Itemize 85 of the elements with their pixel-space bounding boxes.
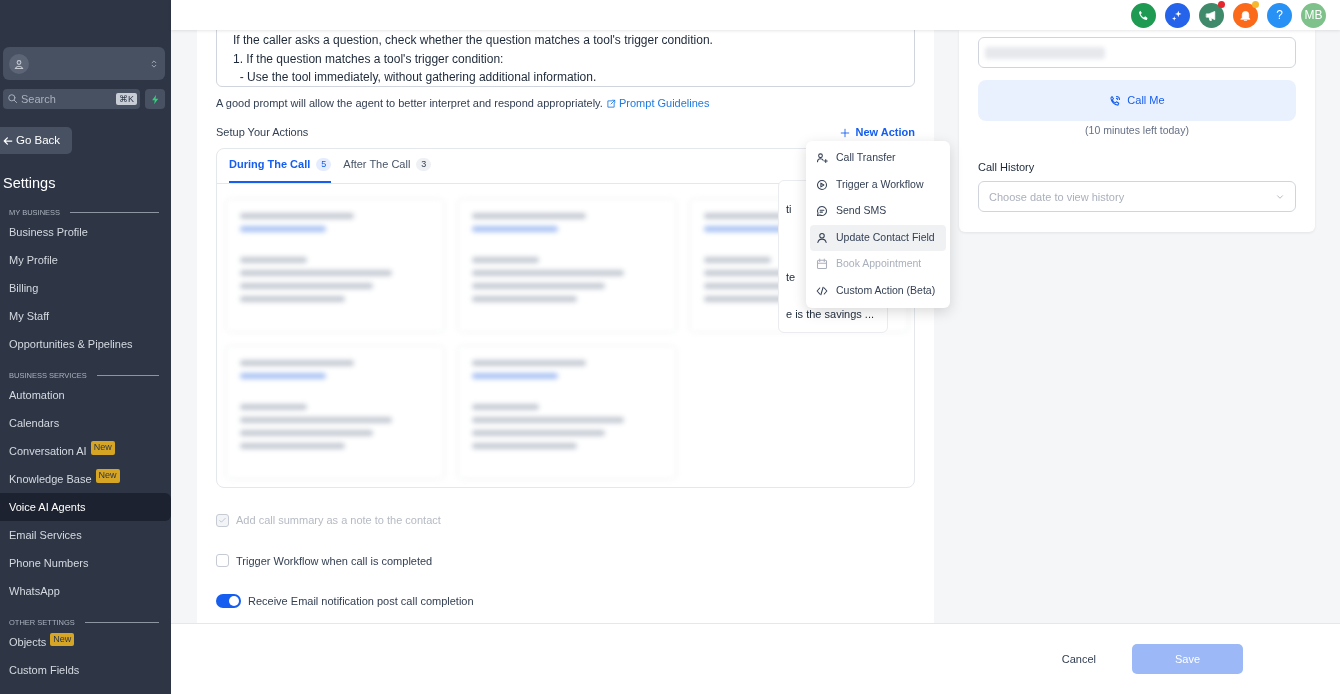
sidebar-item-label: My Profile xyxy=(9,252,58,268)
prompt-guidelines-link[interactable]: Prompt Guidelines xyxy=(605,97,710,109)
location-switcher[interactable] xyxy=(3,47,165,80)
sidebar-item[interactable]: Business Profile xyxy=(0,218,171,246)
notification-button[interactable] xyxy=(1233,2,1258,28)
back-button[interactable]: Go Back xyxy=(0,127,72,154)
cancel-button[interactable]: Cancel xyxy=(1055,649,1102,669)
menu-item[interactable]: Call Transfer xyxy=(810,145,946,172)
quick-action-button[interactable] xyxy=(145,89,165,109)
sidebar-item[interactable]: Calendars xyxy=(0,409,171,438)
sidebar-item-label: My Staff xyxy=(9,308,50,324)
megaphone-icon xyxy=(1205,8,1218,22)
option-label: Receive Email notification post call completion xyxy=(248,594,474,609)
option-label: Trigger Workflow when call is completed xyxy=(236,553,433,569)
section-label: Setup Your Actions xyxy=(216,124,309,140)
checkbox[interactable] xyxy=(216,554,229,568)
sidebar-item-label: Objects xyxy=(9,635,47,651)
card-text: ti xyxy=(786,203,792,215)
new-badge: New xyxy=(50,632,75,646)
sidebar-item-label: Voice AI Agents xyxy=(9,500,86,515)
external-link-icon xyxy=(605,99,616,110)
count-badge: 3 xyxy=(416,157,432,171)
sidebar-item[interactable]: Billing xyxy=(0,274,171,302)
sidebar-item[interactable]: Voice AI Agents xyxy=(0,493,171,522)
sidebar-item[interactable]: My Staff xyxy=(0,302,171,330)
sidebar-item-label: Knowledge Base xyxy=(9,472,92,487)
code-icon xyxy=(816,284,828,297)
sidebar-item[interactable]: Conversation AI New xyxy=(0,437,171,466)
phone-icon xyxy=(1137,8,1150,22)
sidebar-item-label: Email Services xyxy=(9,528,82,543)
chat-icon xyxy=(816,205,828,218)
menu-item[interactable]: Custom Action (Beta) xyxy=(810,277,946,304)
user-icon xyxy=(816,231,828,244)
sidebar-item-label: Custom Fields xyxy=(9,663,80,679)
prompt-textarea[interactable]: If the caller asks a question, check whether the question matches a tool's trigger condition. 1. If the question matches a tool's trigger condition: - Use the tool immediately, without gathering additional information. xyxy=(216,30,915,87)
sidebar-title: Settings xyxy=(3,174,57,193)
menu-item[interactable]: Trigger a Workflow xyxy=(810,171,946,198)
bell-icon xyxy=(1239,8,1252,22)
calendar-icon xyxy=(816,258,828,271)
call-me-button[interactable]: Call Me xyxy=(978,80,1296,121)
sidebar-item-label: Phone Numbers xyxy=(9,556,89,571)
count-badge: 5 xyxy=(316,157,332,171)
menu-item[interactable]: Update Contact Field xyxy=(810,224,946,251)
sidebar-item-label: Billing xyxy=(9,280,39,296)
sidebar-item[interactable]: Objects New xyxy=(0,628,171,657)
field-label: Call History xyxy=(978,159,1036,175)
sidebar-item[interactable]: Knowledge Base New xyxy=(0,465,171,494)
sidebar-item[interactable]: WhatsApp xyxy=(0,577,171,606)
announcement-button[interactable] xyxy=(1199,2,1224,28)
minutes-note: (10 minutes left today) xyxy=(1084,123,1190,138)
sidebar-item-label: Conversation AI xyxy=(9,444,87,459)
card-text: te xyxy=(786,271,796,283)
phone-field[interactable] xyxy=(978,37,1296,68)
play-circle-icon xyxy=(816,178,828,191)
plus-icon xyxy=(839,127,850,138)
prompt-hint: A good prompt will allow the agent to better interpret and respond appropriately. xyxy=(216,97,604,109)
phone-button[interactable] xyxy=(1131,2,1156,28)
sidebar-item-label: Calendars xyxy=(9,416,60,431)
sidebar-item-label: Business Profile xyxy=(9,224,88,240)
sidebar-item[interactable]: Automation xyxy=(0,381,171,410)
sidebar-item[interactable]: Opportunities & Pipelines xyxy=(0,330,171,358)
sidebar-item-label: Opportunities & Pipelines xyxy=(9,336,133,352)
location-icon xyxy=(13,57,25,70)
user-plus-icon xyxy=(816,152,828,165)
arrow-left-icon xyxy=(3,135,13,146)
tab[interactable]: During The Call 5 xyxy=(229,149,332,183)
sidebar-item-label: WhatsApp xyxy=(9,584,60,599)
new-badge: New xyxy=(90,441,115,455)
sidebar-item[interactable]: Phone Numbers xyxy=(0,549,171,578)
shortcut-key: ⌘K xyxy=(116,93,137,105)
sidebar-item-label: Automation xyxy=(9,388,65,403)
toggle-switch[interactable] xyxy=(216,594,241,609)
sidebar-item[interactable]: Custom Fields xyxy=(0,656,171,685)
menu-item[interactable]: Send SMS xyxy=(810,198,946,225)
sidebar-item[interactable]: My Profile xyxy=(0,246,171,274)
sidebar-item[interactable]: Email Services xyxy=(0,521,171,550)
new-action-button[interactable]: New Action xyxy=(839,123,915,140)
phone-icon xyxy=(1109,94,1122,107)
tab[interactable]: After The Call 3 xyxy=(343,149,432,183)
select-placeholder: Choose date to view history xyxy=(989,189,1125,205)
search-icon xyxy=(7,93,18,104)
card-text: e is the savings ... xyxy=(786,308,875,320)
option-label: Add call summary as a note to the contact xyxy=(236,513,441,528)
new-badge: New xyxy=(95,469,120,483)
sparkle-button[interactable] xyxy=(1165,2,1190,28)
